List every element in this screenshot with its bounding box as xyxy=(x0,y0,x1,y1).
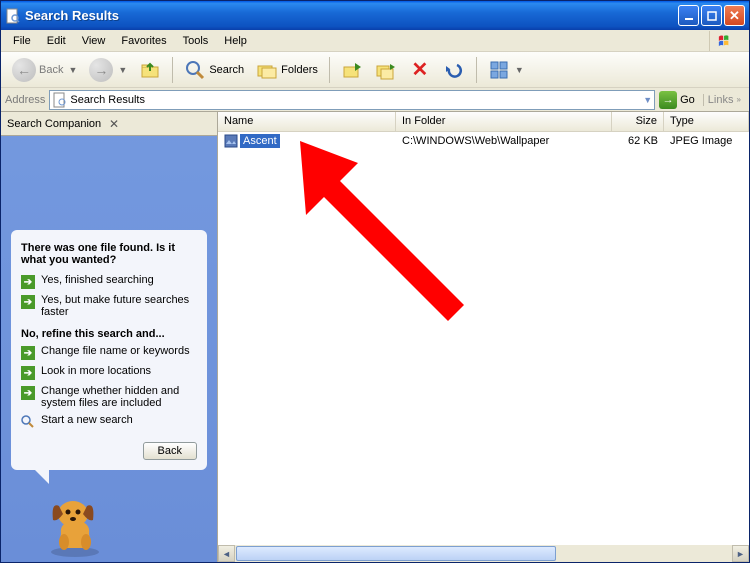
go-button[interactable]: →Go xyxy=(659,91,695,109)
address-label: Address xyxy=(5,94,45,106)
menu-file[interactable]: File xyxy=(5,33,39,49)
opt-new-search-label: Start a new search xyxy=(41,414,133,426)
results-list[interactable]: Ascent C:\WINDOWS\Web\Wallpaper 62 KB JP… xyxy=(218,132,749,545)
companion-title: Search Companion xyxy=(7,118,109,130)
main-area: Search Companion ✕ There was one file fo… xyxy=(1,112,749,562)
forward-dropdown-icon[interactable]: ▼ xyxy=(118,65,127,75)
back-dropdown-icon[interactable]: ▼ xyxy=(68,65,77,75)
companion-header: Search Companion ✕ xyxy=(1,112,217,136)
rover-dog-icon[interactable] xyxy=(39,494,111,558)
up-button[interactable] xyxy=(134,56,166,84)
folders-button[interactable]: Folders xyxy=(251,56,323,84)
views-dropdown-icon[interactable]: ▼ xyxy=(515,65,524,75)
file-size: 62 KB xyxy=(612,135,664,147)
folders-label: Folders xyxy=(281,64,318,76)
results-list-pane: Name In Folder Size Type Ascent C:\WINDO… xyxy=(217,112,749,562)
links-label: Links xyxy=(708,94,734,106)
opt-yes-faster[interactable]: ➔ Yes, but make future searches faster xyxy=(21,294,197,318)
companion-balloon: There was one file found. Is it what you… xyxy=(11,230,207,470)
opt-change-name[interactable]: ➔ Change file name or keywords xyxy=(21,345,197,360)
arrow-icon: ➔ xyxy=(21,386,35,400)
column-headers: Name In Folder Size Type xyxy=(218,112,749,132)
companion-back-button[interactable]: Back xyxy=(143,442,197,460)
windows-logo-icon xyxy=(709,31,745,51)
views-button[interactable]: ▼ xyxy=(483,56,529,84)
search-button[interactable]: Search xyxy=(179,56,249,84)
col-name[interactable]: Name xyxy=(218,112,396,131)
back-label: Back xyxy=(39,64,63,76)
menu-favorites[interactable]: Favorites xyxy=(113,33,174,49)
col-folder[interactable]: In Folder xyxy=(396,112,612,131)
menu-edit[interactable]: Edit xyxy=(39,33,74,49)
file-type: JPEG Image xyxy=(664,135,749,147)
opt-new-search[interactable]: Start a new search xyxy=(21,414,197,429)
opt-change-name-label: Change file name or keywords xyxy=(41,345,190,357)
companion-close-icon[interactable]: ✕ xyxy=(109,117,211,131)
minimize-button[interactable] xyxy=(678,5,699,26)
col-type[interactable]: Type xyxy=(664,112,749,131)
address-icon xyxy=(52,92,68,108)
menu-bar: File Edit View Favorites Tools Help xyxy=(1,30,749,52)
opt-more-locations-label: Look in more locations xyxy=(41,365,151,377)
toolbar: ←Back▼ →▼ Search Folders ✕ ▼ xyxy=(1,52,749,88)
go-label: Go xyxy=(680,94,695,106)
arrow-icon: ➔ xyxy=(21,366,35,380)
search-results-icon xyxy=(5,8,21,24)
address-dropdown-icon[interactable]: ▼ xyxy=(643,95,652,105)
search-companion-pane: Search Companion ✕ There was one file fo… xyxy=(1,112,217,562)
search-label: Search xyxy=(209,64,244,76)
address-value: Search Results xyxy=(68,94,641,106)
opt-more-locations[interactable]: ➔ Look in more locations xyxy=(21,365,197,380)
file-row[interactable]: Ascent C:\WINDOWS\Web\Wallpaper 62 KB JP… xyxy=(218,132,749,149)
scroll-left-icon[interactable]: ◄ xyxy=(218,545,235,562)
close-button[interactable]: ✕ xyxy=(724,5,745,26)
opt-hidden-files[interactable]: ➔ Change whether hidden and system files … xyxy=(21,385,197,409)
back-button[interactable]: ←Back▼ xyxy=(7,56,82,84)
opt-hidden-files-label: Change whether hidden and system files a… xyxy=(41,385,197,409)
toolbar-separator xyxy=(476,57,477,83)
refine-heading: No, refine this search and... xyxy=(21,328,197,340)
scroll-right-icon[interactable]: ► xyxy=(732,545,749,562)
go-icon: → xyxy=(659,91,677,109)
scroll-thumb[interactable] xyxy=(236,546,556,561)
arrow-icon: ➔ xyxy=(21,346,35,360)
undo-button[interactable] xyxy=(438,56,470,84)
window-title: Search Results xyxy=(25,8,676,23)
col-size[interactable]: Size xyxy=(612,112,664,131)
arrow-icon: ➔ xyxy=(21,295,35,309)
menu-tools[interactable]: Tools xyxy=(175,33,217,49)
delete-button[interactable]: ✕ xyxy=(404,56,436,84)
opt-yes-done-label: Yes, finished searching xyxy=(41,274,154,286)
address-field[interactable]: Search Results ▼ xyxy=(49,90,655,110)
title-bar: Search Results ✕ xyxy=(1,1,749,30)
toolbar-separator xyxy=(172,57,173,83)
horizontal-scrollbar[interactable]: ◄ ► xyxy=(218,545,749,562)
links-toolbar[interactable]: Links » xyxy=(703,94,745,106)
maximize-button[interactable] xyxy=(701,5,722,26)
toolbar-separator xyxy=(329,57,330,83)
opt-yes-faster-label: Yes, but make future searches faster xyxy=(41,294,197,318)
address-bar: Address Search Results ▼ →Go Links » xyxy=(1,88,749,112)
arrow-icon: ➔ xyxy=(21,275,35,289)
menu-help[interactable]: Help xyxy=(216,33,255,49)
file-name: Ascent xyxy=(240,134,280,148)
magnifier-icon xyxy=(21,415,35,429)
copy-to-button[interactable] xyxy=(370,56,402,84)
move-to-button[interactable] xyxy=(336,56,368,84)
result-headline: There was one file found. Is it what you… xyxy=(21,242,197,266)
opt-yes-done[interactable]: ➔ Yes, finished searching xyxy=(21,274,197,289)
jpeg-file-icon xyxy=(224,134,238,148)
menu-view[interactable]: View xyxy=(74,33,114,49)
file-folder: C:\WINDOWS\Web\Wallpaper xyxy=(396,135,612,147)
forward-button[interactable]: →▼ xyxy=(84,56,132,84)
companion-body: There was one file found. Is it what you… xyxy=(1,136,217,562)
